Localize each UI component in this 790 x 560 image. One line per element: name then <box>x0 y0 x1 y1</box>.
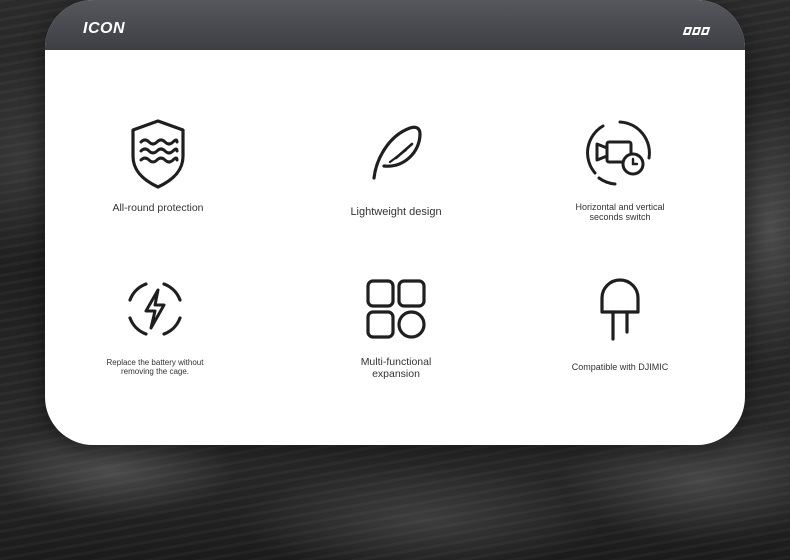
feature-label: Horizontal and vertical seconds switch <box>575 202 665 223</box>
feature-label: All-round protection <box>112 202 204 214</box>
feature-label: Compatible with DJIMIC <box>571 362 669 372</box>
feature-battery-replace: Replace the battery without removing the… <box>80 274 230 376</box>
page-indicator <box>682 27 711 35</box>
feature-multi-functional: Multi-functional expansion <box>321 278 471 380</box>
shield-waves-icon <box>131 119 185 189</box>
feature-all-round-protection: All-round protection <box>83 118 233 214</box>
feature-djimic-compatible: Compatible with DJIMIC <box>545 276 695 372</box>
indicator-dot <box>700 27 711 35</box>
feature-orientation-switch: Horizontal and vertical seconds switch <box>545 118 695 223</box>
feature-label: Multi-functional expansion <box>360 356 432 381</box>
card-title: ICON <box>83 20 125 37</box>
battery-bolt-icon <box>128 282 182 336</box>
card-header: ICON <box>45 0 745 50</box>
feature-card: ICON All-round protection Lightweight de… <box>45 0 745 445</box>
feather-icon <box>372 125 422 180</box>
camera-rotate-icon <box>586 120 651 186</box>
microphone-plug-icon <box>600 278 640 341</box>
feature-lightweight-design: Lightweight design <box>321 122 471 219</box>
grid-apps-icon <box>366 279 426 339</box>
feature-label: Lightweight design <box>350 206 442 218</box>
feature-label: Replace the battery without removing the… <box>106 358 204 377</box>
